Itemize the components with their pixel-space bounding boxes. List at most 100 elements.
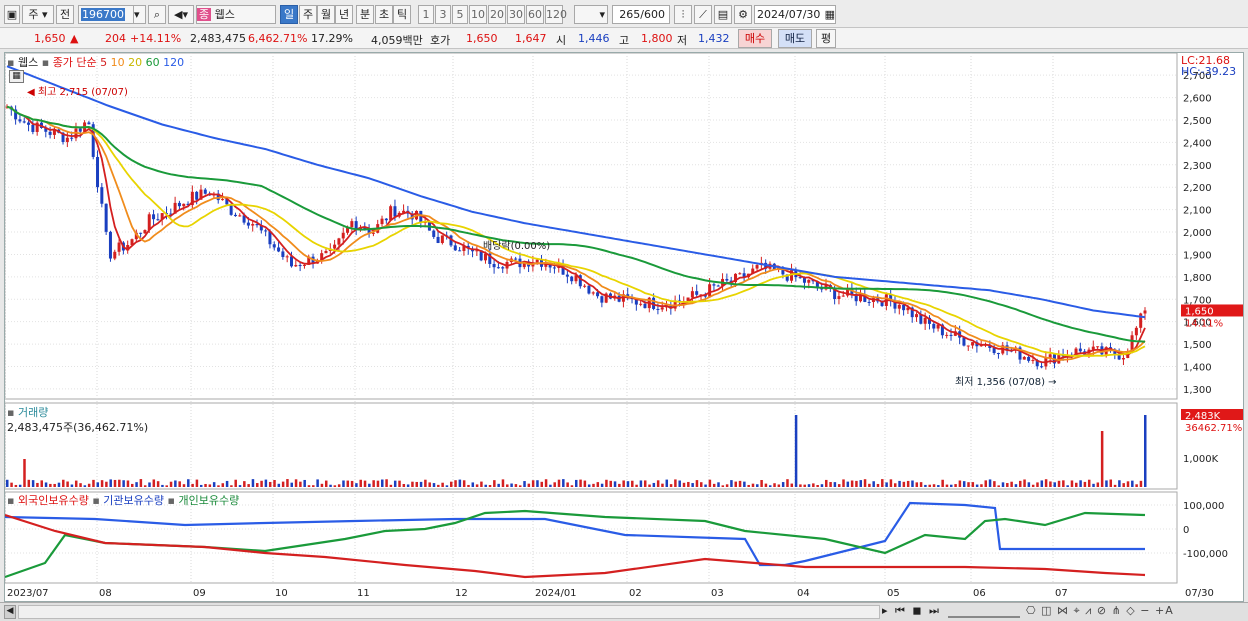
buy-button[interactable]: 매수 [738, 29, 772, 48]
save-icon[interactable]: ▤ [714, 5, 732, 24]
volume-bar [92, 479, 95, 487]
calendar-icon[interactable]: ▦ [825, 6, 835, 23]
search-icon[interactable]: ⌕ [148, 5, 166, 24]
tab-4[interactable]: 년 [335, 5, 353, 24]
change-pct: +14.11% [130, 32, 182, 45]
x-axis-label: 09 [193, 588, 206, 599]
volume-bar [1062, 480, 1065, 487]
interval-30[interactable]: 30 [507, 5, 525, 24]
interval-120[interactable]: 120 [545, 5, 567, 24]
horizontal-scrollbar[interactable] [18, 605, 880, 619]
volume-bar [1096, 482, 1100, 487]
volume-bar [251, 479, 255, 487]
grid-toggle-icon[interactable]: ▦ [9, 70, 24, 83]
candle-body [1027, 356, 1031, 361]
volume-bar [105, 481, 108, 487]
volume-bar [428, 482, 431, 487]
volume-bar [687, 481, 690, 487]
volume-bar [605, 479, 608, 487]
volume-bar [816, 485, 819, 487]
sound-icon[interactable]: ◀▾ [168, 5, 194, 24]
price-chart-svg[interactable]: 2023/07 08 09 10 11 12 2024/01 02 03 04 05 06 07 07/3… [4, 52, 1243, 601]
interval-1[interactable]: 1 [418, 5, 434, 24]
volume-bar [790, 483, 794, 487]
interval-10[interactable]: 10 [469, 5, 487, 24]
interval-60[interactable]: 60 [526, 5, 544, 24]
turnover-pct: 17.29% [311, 32, 353, 45]
tab-3[interactable]: 월 [317, 5, 335, 24]
volume-bar [350, 480, 354, 487]
draw-tools-icons[interactable]: ⎔ ◫ ⋈ ⌖ ⩘ ⊘ ⋔ ◇ − +A [1026, 604, 1174, 618]
tab-5[interactable]: 분 [356, 5, 374, 24]
volume-bar [1057, 480, 1061, 487]
prev-button[interactable]: 전 [56, 5, 74, 24]
volume-bar [540, 481, 544, 487]
volume-bar [44, 482, 48, 487]
gear-icon[interactable]: ⚙ [734, 5, 752, 24]
volume-bar [307, 485, 311, 487]
candle-body [992, 348, 996, 354]
average-button[interactable]: 평 [816, 29, 836, 48]
volume-bar [661, 483, 664, 487]
candle-body [143, 230, 147, 234]
candle-body [389, 206, 393, 221]
volume-bar [445, 485, 449, 487]
y-tick-label: 1,500 [1183, 340, 1212, 351]
volume-bar [135, 482, 138, 487]
interval-5[interactable]: 5 [452, 5, 468, 24]
volume-bar [122, 480, 125, 487]
chart-area[interactable]: 2023/07 08 09 10 11 12 2024/01 02 03 04 05 06 07 07/3… [4, 52, 1244, 602]
volume-bar [764, 483, 768, 487]
count-total: /600 [640, 8, 665, 21]
volume-bar [945, 484, 949, 487]
volume-bar [868, 483, 871, 487]
volume-bar [911, 480, 914, 487]
x-axis-label: 10 [275, 588, 288, 599]
volume-bar [587, 484, 591, 487]
volume-bar [768, 485, 772, 487]
tab-1[interactable]: 일 [280, 5, 298, 24]
volume-bar [984, 480, 988, 487]
y-tick-label: 1,800 [1183, 273, 1212, 284]
volume-bar [988, 479, 992, 487]
candle-body [837, 296, 841, 299]
volume-bar [893, 483, 897, 487]
volume-bar [212, 482, 216, 487]
zoom-slider[interactable] [948, 604, 1020, 618]
volume-bar [342, 480, 345, 487]
interval-dropdown[interactable]: ▾ [574, 5, 608, 24]
candle-body [535, 259, 539, 263]
volume-bar [393, 480, 397, 487]
interval-3[interactable]: 3 [435, 5, 451, 24]
volume-bar [846, 481, 850, 487]
chart-menu-icon[interactable]: ▣ [4, 5, 20, 24]
volume-bar [609, 480, 612, 487]
candle-body [712, 284, 716, 286]
volume-bar [1118, 480, 1121, 487]
scroll-left-icon[interactable]: ◀ [4, 605, 16, 619]
volume-bar [1053, 482, 1056, 487]
chevron-down-icon[interactable]: ▾ [133, 6, 145, 23]
volume-bar [178, 481, 181, 487]
stock-name-field[interactable]: 종 웹스 [196, 5, 276, 24]
draw-tool-icon[interactable]: ⟋ [694, 5, 712, 24]
stock-label: 웹스 [17, 56, 39, 69]
tab-7[interactable]: 틱 [393, 5, 411, 24]
period-select[interactable]: 주 ▾ [22, 5, 54, 24]
volume-bar [674, 479, 677, 487]
nav-controls[interactable]: ▸ ⏮ ◼ ⏭ [882, 604, 941, 618]
count-field[interactable]: 265/600 [612, 5, 670, 24]
volume-bar [96, 482, 100, 487]
sell-button[interactable]: 매도 [778, 29, 812, 48]
interval-20[interactable]: 20 [488, 5, 506, 24]
tab-2[interactable]: 주 [299, 5, 317, 24]
min-annotation: 최저 1,356 (07/08) → [955, 376, 1057, 388]
volume-bar [863, 479, 867, 487]
date-field[interactable]: 2024/07/30 ▦ [754, 5, 836, 24]
tab-6[interactable]: 초 [375, 5, 393, 24]
volume-bar [432, 483, 436, 487]
volume-bar [385, 479, 388, 487]
candle-type-icon[interactable]: ⫶ [674, 5, 692, 24]
candle-body [962, 337, 966, 346]
code-input[interactable]: 196700 ▾ [78, 5, 146, 24]
